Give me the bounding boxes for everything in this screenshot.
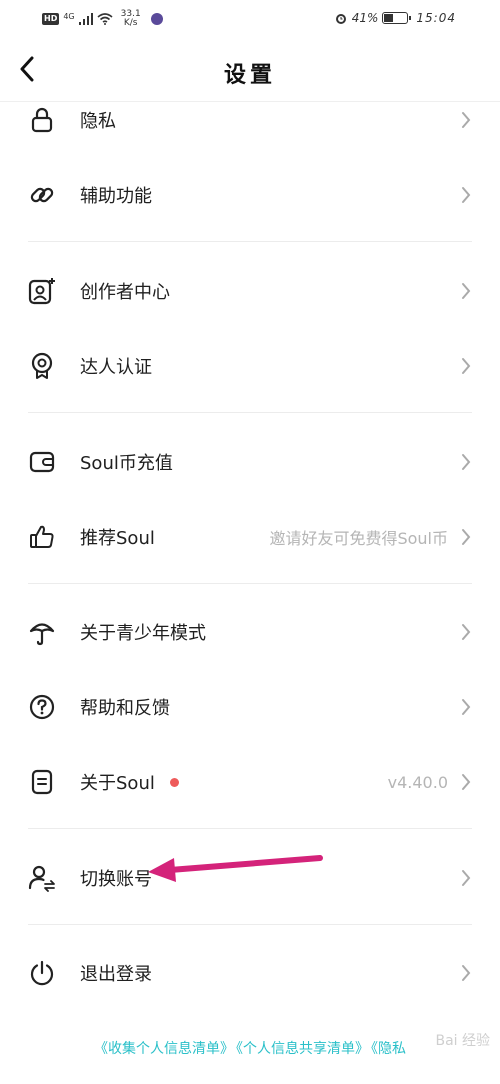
- footer-links: 《收集个人信息清单》 《个人信息共享清单》 《隐私: [0, 1038, 500, 1058]
- settings-item-label: 帮助和反馈: [80, 698, 170, 719]
- status-time: 15:04: [416, 11, 456, 25]
- chevron-right-icon: [462, 283, 471, 299]
- app-notification-icon: [150, 13, 163, 25]
- signal-icon: [78, 13, 93, 25]
- alarm-icon: [335, 14, 346, 24]
- hd-badge: HD: [42, 13, 60, 25]
- wifi-icon: [97, 13, 113, 25]
- section-divider: [28, 924, 472, 925]
- privacy-policy-link[interactable]: 《隐私: [371, 1041, 406, 1057]
- chevron-right-icon: [462, 529, 471, 545]
- section-divider: [28, 412, 472, 413]
- chevron-right-icon: [462, 454, 471, 470]
- settings-item-accessibility[interactable]: 辅助功能: [0, 165, 500, 225]
- power-icon: [28, 959, 56, 987]
- status-left: HD 4G 33.1 K/s: [42, 10, 163, 28]
- settings-item-privacy[interactable]: 隐私: [0, 90, 500, 150]
- switch-account-icon: [28, 864, 56, 892]
- settings-item-label: 隐私: [80, 111, 116, 132]
- section-divider: [28, 828, 472, 829]
- chevron-right-icon: [462, 774, 471, 790]
- settings-item-soul-coin-recharge[interactable]: Soul币充值: [0, 432, 500, 492]
- settings-item-expert-verification[interactable]: 达人认证: [0, 336, 500, 396]
- chevron-right-icon: [462, 358, 471, 374]
- settings-item-label: 达人认证: [80, 357, 152, 378]
- watermark: Bai 经验: [435, 1033, 490, 1049]
- badge-icon: [28, 352, 56, 380]
- status-right: 41% 15:04: [334, 11, 456, 25]
- network-type: 4G: [63, 11, 75, 21]
- settings-item-label: 创作者中心: [80, 282, 170, 303]
- lock-icon: [28, 106, 56, 134]
- thumbs-up-icon: [28, 523, 56, 551]
- recommend-hint-text: 邀请好友可免费得Soul币: [269, 529, 448, 548]
- personal-info-collection-link[interactable]: 《收集个人信息清单》: [94, 1041, 234, 1057]
- chevron-right-icon: [462, 187, 471, 203]
- battery-fill: [384, 14, 394, 22]
- chevron-right-icon: [462, 699, 471, 715]
- document-icon: [28, 768, 56, 796]
- settings-item-label: 退出登录: [80, 964, 152, 985]
- section-divider: [28, 241, 472, 242]
- battery-icon: [382, 12, 412, 24]
- chevron-right-icon: [462, 624, 471, 640]
- settings-item-creator-center[interactable]: 创作者中心: [0, 261, 500, 321]
- settings-item-teen-mode[interactable]: 关于青少年模式: [0, 602, 500, 662]
- umbrella-icon: [28, 618, 56, 646]
- chevron-right-icon: [462, 965, 471, 981]
- settings-item-label: 关于青少年模式: [80, 623, 206, 644]
- app-version: v4.40.0: [387, 772, 448, 792]
- settings-item-recommend-soul[interactable]: 推荐Soul 邀请好友可免费得Soul币: [0, 507, 500, 567]
- personal-info-sharing-link[interactable]: 《个人信息共享清单》: [236, 1041, 369, 1057]
- settings-item-logout[interactable]: 退出登录: [0, 943, 500, 1003]
- page-title: 设置: [223, 63, 276, 88]
- wallet-icon: [28, 448, 56, 476]
- status-bar: HD 4G 33.1 K/s 41% 15:04: [0, 0, 500, 40]
- settings-item-label: 辅助功能: [80, 186, 152, 207]
- settings-item-label: 推荐Soul: [80, 528, 155, 549]
- chevron-right-icon: [462, 112, 471, 128]
- settings-item-about-soul[interactable]: 关于Soul v4.40.0: [0, 752, 500, 812]
- settings-item-label: 关于Soul: [80, 773, 155, 794]
- help-icon: [28, 693, 56, 721]
- section-divider: [28, 583, 472, 584]
- chevron-right-icon: [462, 870, 471, 886]
- annotation-arrow: [148, 855, 323, 882]
- network-speed: 33.1 K/s: [121, 10, 141, 28]
- speed-unit: K/s: [123, 18, 138, 28]
- creator-icon: [28, 277, 56, 305]
- battery-percent: 41%: [351, 11, 379, 25]
- settings-item-label: Soul币充值: [80, 453, 173, 474]
- settings-item-help-feedback[interactable]: 帮助和反馈: [0, 677, 500, 737]
- update-badge-dot: [170, 777, 179, 787]
- link-icon: [28, 181, 56, 209]
